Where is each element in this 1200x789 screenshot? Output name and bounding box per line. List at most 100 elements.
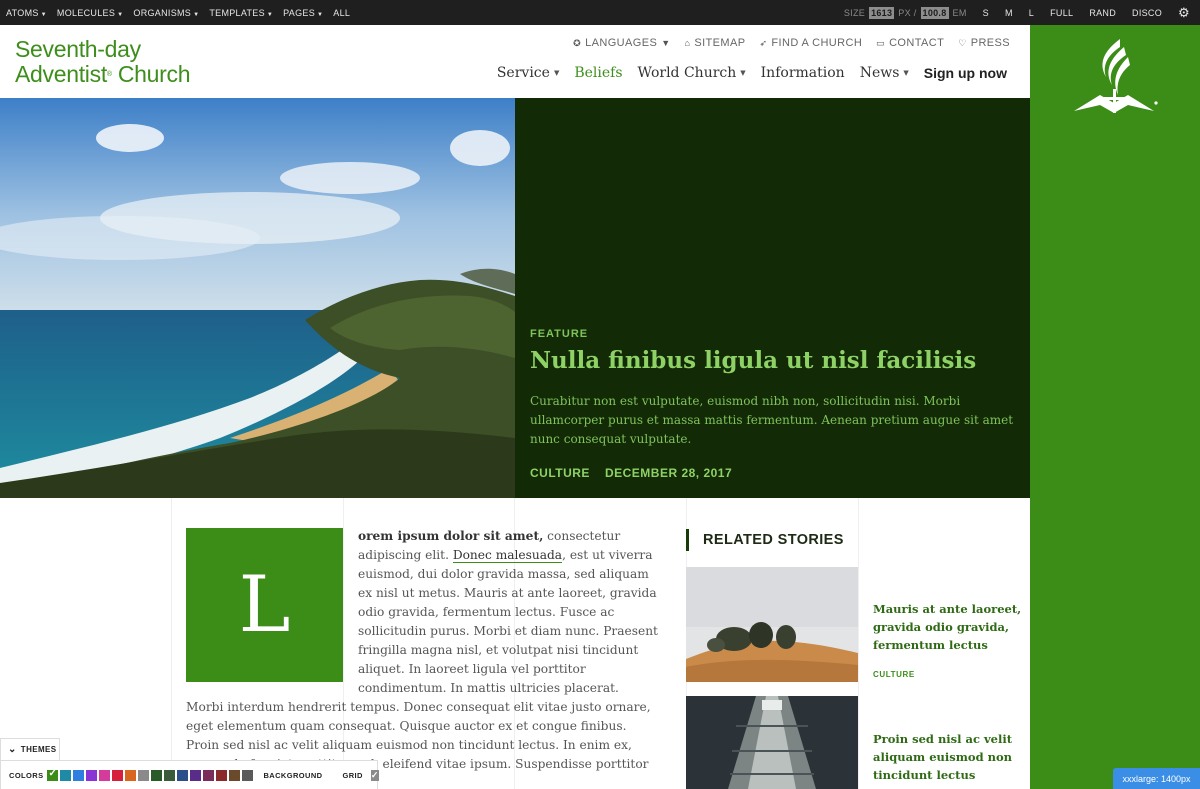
toolbar-nav-molecules[interactable]: MOLECULES ▼ [57,8,123,18]
adventist-logo-icon[interactable] [1070,37,1160,119]
caret-down-icon: ▼ [317,11,324,18]
color-swatch[interactable] [99,769,111,781]
colors-label: COLORS [9,770,44,780]
main-nav: Service ▼ Beliefs World Church ▼ Informati… [497,65,1007,81]
main-nav-news[interactable]: News ▼ [860,65,909,81]
main-nav-information[interactable]: Information [761,65,845,81]
grid-label: GRID [342,770,363,780]
hero-feature-panel: FEATURE Nulla finibus ligula ut nisl fac… [515,98,1030,498]
hero-category-link[interactable]: CULTURE [530,466,590,480]
toolbar-nav-organisms[interactable]: ORGANISMS ▼ [133,8,199,18]
toolbar-nav-pages[interactable]: PAGES ▼ [283,8,323,18]
layout-grid-line [171,498,172,789]
caret-down-icon: ▼ [903,69,909,77]
hero-date: DECEMBER 28, 2017 [604,466,733,480]
size-button-m[interactable]: M [1005,8,1013,18]
brand-sidebar [1030,25,1200,789]
toolbar-nav: ATOMS ▼ MOLECULES ▼ ORGANISMS ▼ TEMPLATES ▼ … [6,0,350,25]
size-button-s[interactable]: S [983,8,989,18]
bell-icon: ⌂ [684,38,691,48]
article-link[interactable]: Donec malesuada [452,548,563,563]
desert-trees-image [686,567,858,682]
color-swatches [47,768,255,781]
size-button-full[interactable]: FULL [1050,8,1073,18]
gear-icon[interactable]: ⚙ [1178,5,1190,21]
viewport-size-controls: SIZE 1613 PX / 100.8 EM S M L FULL RAND … [844,0,1190,25]
px-unit-label: PX / [898,7,917,18]
stairs-light-image [686,696,858,789]
related-story-title[interactable]: Mauris at ante laoreet, gravida odio gra… [873,600,1023,654]
grid-toggle-checkbox[interactable]: ✓ [370,769,379,781]
em-unit-label: EM [952,7,967,18]
related-story-tag[interactable]: CULTURE [873,670,915,679]
utility-nav: ✪ LANGUAGES ▼ ⌂ SITEMAP ➶ FIND A CHURCH … [573,37,1010,49]
chevron-down-icon: ⌄ [8,744,17,755]
color-swatch[interactable] [177,769,189,781]
sign-up-button[interactable]: Sign up now [924,65,1007,81]
background-label: BACKGROUND [263,770,323,780]
caret-down-icon: ▼ [553,69,560,77]
util-nav-languages[interactable]: ✪ LANGUAGES ▼ [573,37,670,49]
star-icon: ✪ [573,37,582,48]
color-swatch[interactable] [112,769,124,781]
related-stories-heading: RELATED STORIES [686,529,844,551]
hero-meta: CULTURE DECEMBER 28, 2017 [530,466,732,480]
size-button-rand[interactable]: RAND [1089,8,1116,18]
color-swatch[interactable] [60,769,72,781]
color-swatch[interactable] [190,769,202,781]
color-swatch[interactable] [125,769,137,781]
pattern-lab-toolbar: ATOMS ▼ MOLECULES ▼ ORGANISMS ▼ TEMPLATES ▼ … [0,0,1200,25]
article-lead-bold: orem ipsum dolor sit amet, [358,529,544,543]
caret-down-icon: ▼ [40,11,47,18]
hero-coastline-image [0,98,515,498]
main-nav-beliefs[interactable]: Beliefs [574,65,622,81]
color-swatch[interactable] [47,768,59,781]
toolbar-nav-templates[interactable]: TEMPLATES ▼ [209,8,273,18]
hero-title[interactable]: Nulla finibus ligula ut nisl facilisis [530,346,1020,376]
caret-down-icon: ▼ [117,11,124,18]
article-body: orem ipsum dolor sit amet, consectetur a… [186,527,658,789]
registered-mark: ® [106,71,112,78]
main-nav-service[interactable]: Service ▼ [497,65,559,81]
px-size-input[interactable]: 1613 [869,6,895,19]
layout-grid-line [858,498,859,789]
related-story-image[interactable] [686,567,858,682]
toolbar-nav-all[interactable]: ALL [333,8,350,18]
site-header: Seventh-day Adventist® Church ✪ LANGUAGE… [0,25,1030,98]
logo-line-1: Seventh-day [15,36,141,62]
heart-icon: ♡ [958,37,967,48]
color-swatch[interactable] [203,769,215,781]
dropcap-spacer [186,527,358,680]
em-size-input[interactable]: 100.8 [920,6,949,19]
pin-icon: ➶ [759,37,768,48]
color-swatch[interactable] [229,769,241,781]
util-nav-sitemap[interactable]: ⌂ SITEMAP [685,37,746,49]
util-nav-contact[interactable]: ▭ CONTACT [876,37,944,49]
color-swatch[interactable] [216,769,228,781]
util-nav-find-a-church[interactable]: ➶ FIND A CHURCH [759,37,862,49]
caret-down-icon: ▼ [193,11,200,18]
related-story-title[interactable]: Proin sed nisl ac velit aliquam euismod … [873,730,1023,784]
caret-down-icon: ▼ [266,11,274,18]
size-button-disco[interactable]: DISCO [1132,8,1162,18]
util-nav-press[interactable]: ♡ PRESS [958,37,1010,49]
hero-kicker: FEATURE [530,328,589,340]
site-logo[interactable]: Seventh-day Adventist® Church [15,36,191,87]
hero-image[interactable] [0,98,515,498]
color-swatch[interactable] [242,769,254,781]
color-swatch[interactable] [164,769,176,781]
color-swatch[interactable] [86,769,98,781]
color-swatch[interactable] [73,769,85,781]
themes-panel: COLORS BACKGROUND GRID ✓ [0,760,379,789]
color-swatch[interactable] [151,769,163,781]
size-button-l[interactable]: L [1029,8,1034,18]
size-label: SIZE [843,7,866,18]
toolbar-nav-atoms[interactable]: ATOMS ▼ [6,8,47,18]
hero-description: Curabitur non est vulputate, euismod nib… [530,394,1014,446]
themes-toggle[interactable]: ⌄ THEMES [0,738,60,760]
color-swatch[interactable] [138,769,150,781]
chat-icon: ▭ [876,37,886,48]
main-nav-world-church[interactable]: World Church ▼ [638,65,746,81]
related-story-image[interactable] [686,696,858,789]
logo-line-2: Adventist® Church [15,61,191,87]
